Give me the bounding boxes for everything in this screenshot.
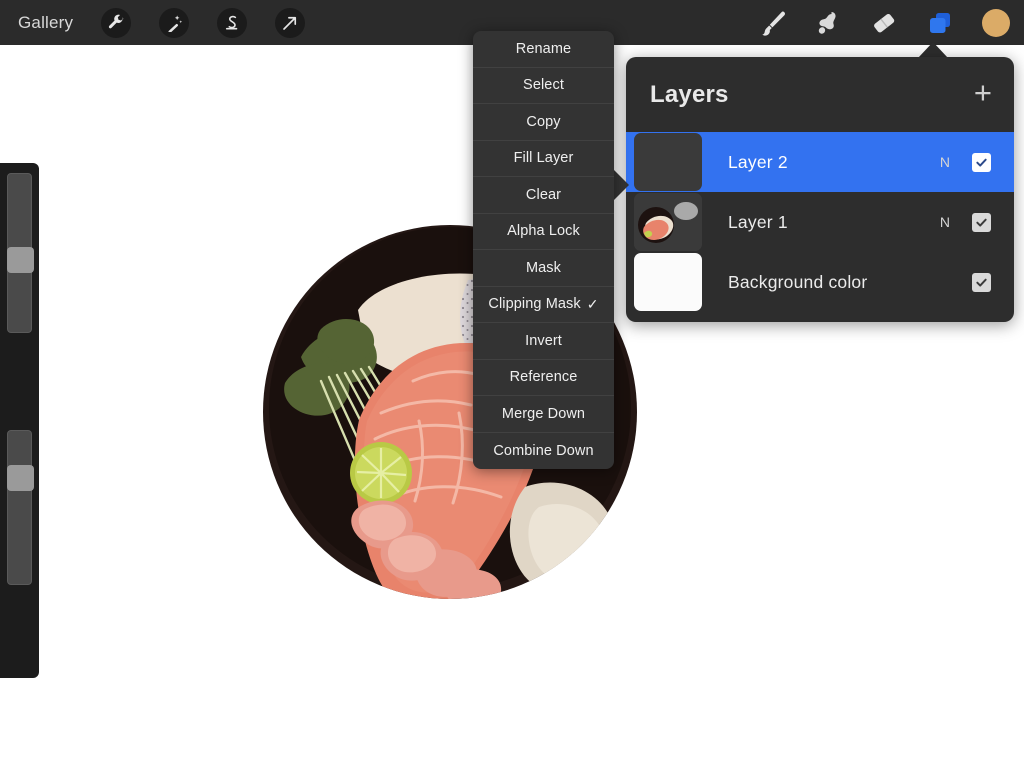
page-title: Layers xyxy=(650,80,729,108)
magic-wand-icon[interactable] xyxy=(159,7,190,38)
menu-item-select[interactable]: Select xyxy=(473,68,614,104)
menu-item-label: Mask xyxy=(525,259,562,276)
checkmark-icon: ✓ xyxy=(586,295,599,312)
paintbrush-icon[interactable] xyxy=(750,3,794,43)
color-swatch[interactable] xyxy=(982,8,1010,37)
layer-visibility-checkbox[interactable] xyxy=(972,212,991,232)
brush-opacity-handle[interactable] xyxy=(7,465,34,491)
menu-item-copy[interactable]: Copy xyxy=(473,104,614,141)
layer-thumbnail[interactable] xyxy=(634,133,702,191)
brush-sidebar xyxy=(0,163,39,678)
add-layer-button[interactable]: + xyxy=(974,77,992,113)
menu-item-label: Clipping Mask xyxy=(488,296,581,313)
gallery-button[interactable]: Gallery xyxy=(18,13,73,33)
layer-thumbnail[interactable] xyxy=(634,253,702,311)
undo-icon[interactable] xyxy=(0,759,39,768)
wrench-icon[interactable] xyxy=(101,7,132,38)
menu-item-merge-down[interactable]: Merge Down xyxy=(473,396,614,433)
layer-blend-mode[interactable]: N xyxy=(940,154,950,170)
layer-row-background-color[interactable]: Background color xyxy=(626,252,1014,312)
layers-icon[interactable] xyxy=(918,3,962,43)
layer-visibility-checkbox[interactable] xyxy=(972,272,991,292)
layers-panel-header: Layers + xyxy=(626,57,1014,132)
layer-visibility-checkbox[interactable] xyxy=(972,152,991,172)
menu-item-alpha-lock[interactable]: Alpha Lock xyxy=(473,214,614,250)
layer-name-label: Layer 2 xyxy=(728,151,788,172)
menu-item-label: Rename xyxy=(515,40,572,57)
layer-row-layer-2[interactable]: ↳ Layer 2 N xyxy=(626,132,1014,192)
layers-panel: Layers + ↳ Layer 2 N Layer 1 N xyxy=(626,57,1014,322)
menu-item-label: Copy xyxy=(526,113,561,130)
layer-menu-pointer xyxy=(612,168,629,202)
smudge-icon[interactable] xyxy=(806,3,850,43)
layer-thumbnail[interactable] xyxy=(634,193,702,251)
top-toolbar-right-group xyxy=(738,3,1024,43)
menu-item-label: Reference xyxy=(509,369,578,386)
menu-item-label: Alpha Lock xyxy=(507,223,580,240)
menu-item-invert[interactable]: Invert xyxy=(473,323,614,360)
menu-item-label: Invert xyxy=(525,332,562,349)
layer-row-layer-1[interactable]: Layer 1 N xyxy=(626,192,1014,252)
menu-item-label: Fill Layer xyxy=(513,150,574,167)
menu-item-label: Combine Down xyxy=(493,442,594,459)
layer-name-label: Layer 1 xyxy=(728,211,788,232)
menu-item-label: Clear xyxy=(525,186,562,203)
brush-size-slider[interactable] xyxy=(7,173,34,333)
eraser-icon[interactable] xyxy=(862,3,906,43)
menu-item-label: Merge Down xyxy=(501,405,586,422)
layer-name-label: Background color xyxy=(728,271,868,292)
brush-size-handle[interactable] xyxy=(7,247,34,273)
menu-item-fill-layer[interactable]: Fill Layer xyxy=(473,141,614,177)
brush-opacity-slider[interactable] xyxy=(7,430,34,585)
selection-icon[interactable] xyxy=(217,7,248,38)
menu-item-mask[interactable]: Mask xyxy=(473,250,614,287)
menu-item-clear[interactable]: Clear xyxy=(473,177,614,214)
layer-context-menu: Rename Select Copy Fill Layer Clear Alph… xyxy=(473,31,614,469)
menu-item-reference[interactable]: Reference xyxy=(473,360,614,396)
menu-item-combine-down[interactable]: Combine Down xyxy=(473,433,614,470)
layers-panel-pointer xyxy=(918,42,948,58)
menu-item-rename[interactable]: Rename xyxy=(473,31,614,68)
arrow-transform-icon[interactable] xyxy=(275,7,306,38)
menu-item-label: Select xyxy=(523,77,564,94)
menu-item-clipping-mask[interactable]: Clipping Mask ✓ xyxy=(473,287,614,323)
layer-blend-mode[interactable]: N xyxy=(940,214,950,230)
